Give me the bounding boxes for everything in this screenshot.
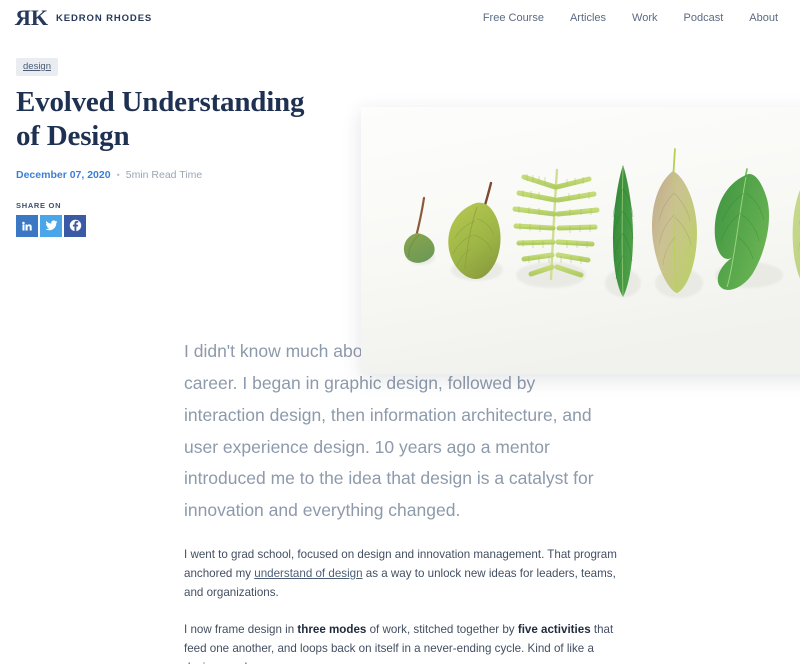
monogram-left-letter: R: [16, 5, 31, 30]
nav-item-podcast[interactable]: Podcast: [684, 12, 724, 24]
meta-separator: •: [116, 169, 120, 180]
share-linkedin-button[interactable]: [16, 214, 38, 237]
monogram-icon: RK: [16, 5, 48, 30]
category-tag-design[interactable]: design: [16, 58, 58, 76]
nav-item-work[interactable]: Work: [632, 12, 657, 24]
hero-image: [361, 107, 800, 374]
brand-name: KEDRON RHODES: [56, 12, 153, 24]
facebook-icon: [69, 219, 82, 232]
body-paragraph-1: I went to grad school, focused on design…: [184, 546, 622, 602]
site-header: RK KEDRON RHODES Free Course Articles Wo…: [0, 0, 800, 36]
linkedin-icon: [21, 220, 33, 232]
article-header-section: design Evolved Understanding of Design D…: [0, 36, 800, 374]
body-paragraph-2: I now frame design in three modes of wor…: [184, 621, 622, 664]
paragraph-2-part-1: I now frame design in: [184, 623, 298, 637]
nav-item-about[interactable]: About: [749, 12, 778, 24]
main-nav: Free Course Articles Work Podcast About: [483, 12, 778, 24]
article-title: Evolved Understanding of Design: [16, 86, 305, 152]
twitter-icon: [45, 219, 58, 232]
paragraph-2-bold-three-modes: three modes: [297, 623, 367, 637]
read-time: 5min Read Time: [125, 168, 203, 181]
nav-item-articles[interactable]: Articles: [570, 12, 606, 24]
paragraph-2-part-2: of work, stitched together by: [366, 623, 518, 637]
paragraph-2-bold-five-activities: five activities: [517, 623, 591, 637]
publish-date: December 07, 2020: [16, 168, 111, 181]
nav-item-free-course[interactable]: Free Course: [483, 12, 544, 24]
brand-logo-link[interactable]: RK KEDRON RHODES: [16, 5, 153, 30]
inline-link-understand-of-design[interactable]: understand of design: [254, 567, 362, 580]
monogram-right-letter: K: [30, 5, 48, 30]
article-body: I didn't know much about design when I f…: [0, 336, 800, 664]
share-twitter-button[interactable]: [40, 214, 62, 237]
hero-leaves-illustration: [361, 107, 800, 374]
share-facebook-button[interactable]: [64, 214, 86, 237]
